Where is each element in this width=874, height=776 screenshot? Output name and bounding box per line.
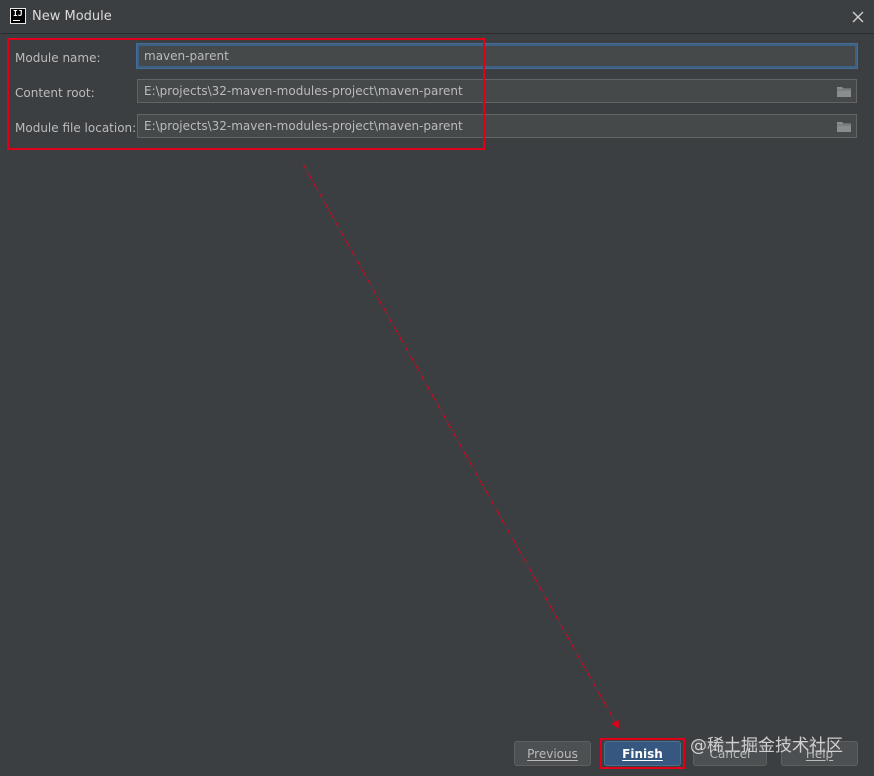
- module-name-label: Module name:: [15, 51, 101, 65]
- help-button[interactable]: Help: [781, 741, 858, 766]
- intellij-logo-icon: IJ: [10, 8, 26, 24]
- cancel-button[interactable]: Cancel: [693, 741, 767, 766]
- folder-icon[interactable]: [836, 119, 852, 133]
- finish-button-label: Finish: [622, 746, 663, 761]
- module-file-location-label: Module file location:: [15, 121, 137, 135]
- content-root-value: E:\projects\32-maven-modules-project\mav…: [144, 84, 463, 98]
- module-file-location-value: E:\projects\32-maven-modules-project\mav…: [144, 119, 463, 133]
- finish-button[interactable]: Finish: [604, 741, 681, 766]
- folder-icon[interactable]: [836, 84, 852, 98]
- module-file-location-input[interactable]: E:\projects\32-maven-modules-project\mav…: [137, 114, 857, 138]
- cancel-button-label: Cancel: [709, 746, 751, 761]
- window-title: New Module: [32, 9, 112, 24]
- content-root-label: Content root:: [15, 86, 95, 100]
- previous-button-label: Previous: [527, 746, 578, 761]
- title-bar: IJ New Module: [0, 0, 874, 34]
- help-button-label: Help: [805, 746, 834, 761]
- content-root-input[interactable]: E:\projects\32-maven-modules-project\mav…: [137, 79, 857, 103]
- previous-button[interactable]: Previous: [514, 741, 591, 766]
- close-icon[interactable]: [848, 7, 868, 27]
- module-name-input[interactable]: maven-parent: [137, 44, 857, 68]
